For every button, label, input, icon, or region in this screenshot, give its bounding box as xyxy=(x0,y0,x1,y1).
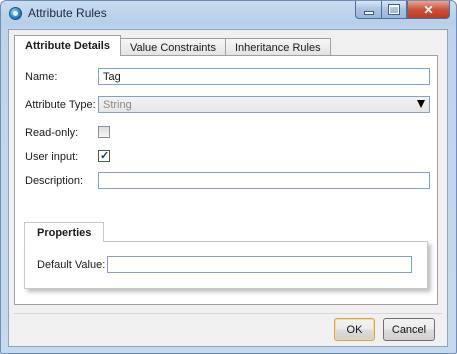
properties-header: Properties xyxy=(24,222,105,242)
tab-label: Attribute Details xyxy=(25,40,110,52)
attribute-type-value: String xyxy=(103,99,132,111)
footer-divider xyxy=(14,313,442,314)
tab-inheritance-rules[interactable]: Inheritance Rules xyxy=(224,38,331,56)
default-value-field[interactable] xyxy=(107,256,412,273)
attribute-type-dropdown[interactable]: String xyxy=(98,96,430,113)
default-value-label: Default Value: xyxy=(37,259,106,271)
maximize-button[interactable] xyxy=(381,1,407,19)
tab-attribute-details[interactable]: Attribute Details xyxy=(14,35,121,56)
dialog-client-area: Attribute Details Value Constraints Inhe… xyxy=(8,29,448,347)
user-input-checkbox[interactable]: ✓ xyxy=(98,150,110,162)
name-field[interactable]: Tag xyxy=(98,68,430,85)
checkmark-icon: ✓ xyxy=(100,150,110,162)
cancel-button[interactable]: Cancel xyxy=(383,318,435,341)
user-input-label: User input: xyxy=(25,151,79,163)
properties-box: Default Value: xyxy=(24,241,428,289)
tab-label: Value Constraints xyxy=(129,41,216,54)
tab-value-constraints[interactable]: Value Constraints xyxy=(119,38,226,56)
close-button[interactable]: ✕ xyxy=(407,1,450,19)
title-bar[interactable]: Attribute Rules ✕ xyxy=(1,1,456,25)
ok-button[interactable]: OK xyxy=(334,318,375,341)
dialog-window: Attribute Rules ✕ Attribute Details Valu… xyxy=(0,0,457,354)
description-field[interactable] xyxy=(98,172,430,189)
name-label: Name: xyxy=(25,71,58,83)
tab-label: Inheritance Rules xyxy=(234,41,321,54)
read-only-checkbox[interactable] xyxy=(98,126,110,138)
minimize-icon xyxy=(364,11,373,14)
close-icon: ✕ xyxy=(423,2,434,17)
read-only-label: Read-only: xyxy=(25,127,79,139)
tab-strip: Attribute Details Value Constraints Inhe… xyxy=(14,34,331,56)
maximize-icon xyxy=(389,5,399,14)
app-icon xyxy=(9,7,22,20)
attribute-details-panel: Name: Tag Attribute Type: String Read-on… xyxy=(14,55,438,305)
caption-buttons: ✕ xyxy=(355,1,450,19)
name-value: Tag xyxy=(103,71,121,83)
attribute-type-label: Attribute Type: xyxy=(25,99,96,111)
dropdown-arrow-icon xyxy=(417,100,425,108)
description-label: Description: xyxy=(25,175,84,187)
window-title: Attribute Rules xyxy=(28,6,107,20)
properties-group: Properties Default Value: xyxy=(24,222,428,292)
minimize-button[interactable] xyxy=(355,1,381,19)
